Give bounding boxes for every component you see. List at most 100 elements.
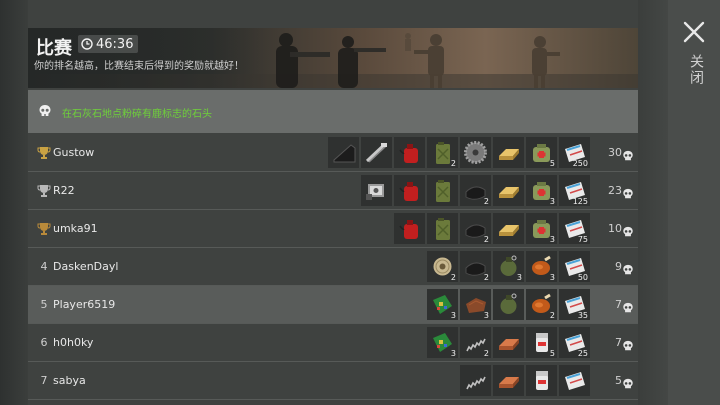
item-quantity: 2 [483, 273, 489, 282]
item-quantity: 5 [549, 349, 555, 358]
reward-items: 2 5 250 [328, 137, 590, 168]
reward-item[interactable] [493, 137, 524, 168]
reward-item[interactable] [460, 137, 491, 168]
engine-part-icon [366, 184, 384, 200]
player-name: h0h0ky [53, 336, 94, 349]
reward-item[interactable]: 125 [559, 175, 590, 206]
reward-items: 2 2 3 3 50 [427, 251, 590, 282]
reward-item[interactable]: 2 [526, 289, 557, 320]
rank-number: 6 [40, 336, 48, 349]
reward-item[interactable]: 3 [526, 251, 557, 282]
red-gas-can-icon [399, 182, 418, 201]
reward-item[interactable] [394, 213, 425, 244]
score-value: 7 [615, 298, 622, 311]
leaderboard-row[interactable]: 4 DaskenDayl 2 2 3 3 50 9 [28, 248, 638, 286]
rank-number: 7 [40, 374, 48, 387]
player-name: Player6519 [53, 298, 116, 311]
reward-item[interactable]: 35 [559, 289, 590, 320]
reward-item[interactable]: 3 [460, 289, 491, 320]
rank-cell: 5 [33, 286, 55, 323]
skull-icon [622, 299, 634, 318]
reward-item[interactable]: 3 [526, 213, 557, 244]
leaderboard-row[interactable]: R22 2 3 125 23 [28, 172, 638, 210]
gold-trophy-icon [37, 146, 51, 159]
reward-item[interactable]: 2 [460, 327, 491, 358]
item-quantity: 3 [450, 349, 456, 358]
skull-icon [39, 105, 51, 116]
reward-item[interactable] [394, 175, 425, 206]
reward-item[interactable]: 25 [559, 327, 590, 358]
reward-item[interactable] [328, 137, 359, 168]
close-label[interactable]: 关闭 [684, 54, 704, 86]
reward-item[interactable]: 5 [526, 137, 557, 168]
right-margin [638, 0, 668, 405]
reward-item[interactable]: 2 [427, 251, 458, 282]
reward-item[interactable]: 2 [427, 137, 458, 168]
item-quantity: 3 [516, 273, 522, 282]
reward-item[interactable] [493, 213, 524, 244]
reward-item[interactable] [493, 289, 524, 320]
reward-item[interactable]: 3 [526, 175, 557, 206]
gold-bar-icon [499, 187, 519, 198]
reward-item[interactable]: 2 [460, 251, 491, 282]
item-quantity: 125 [572, 197, 588, 206]
leaderboard-row[interactable]: Gustow 2 5 250 30 [28, 134, 638, 172]
item-quantity: 2 [483, 349, 489, 358]
player-name: umka91 [53, 222, 98, 235]
gold-bar-icon [499, 225, 519, 236]
reward-item[interactable] [460, 365, 491, 396]
rank-cell [33, 134, 55, 171]
reward-item[interactable]: 3 [493, 251, 524, 282]
leaderboard-row[interactable]: 6 h0h0ky 3 2 5 25 7 [28, 324, 638, 362]
red-gas-can-icon [399, 220, 418, 239]
reward-item[interactable]: 75 [559, 213, 590, 244]
close-button[interactable] [680, 18, 708, 46]
item-quantity: 3 [549, 273, 555, 282]
leaderboard-row[interactable]: 7 sabya 5 [28, 362, 638, 400]
reward-item[interactable] [493, 327, 524, 358]
red-gas-can-icon [399, 144, 418, 163]
reward-item[interactable]: 3 [427, 327, 458, 358]
task-bar: 在石灰石地点粉碎有鹿标志的石头 [28, 90, 638, 133]
coupon-icon [565, 372, 585, 390]
player-name: R22 [53, 184, 75, 197]
leaderboard-row[interactable]: umka91 2 3 75 10 [28, 210, 638, 248]
item-quantity: 25 [577, 349, 588, 358]
reward-item[interactable]: 2 [460, 175, 491, 206]
item-quantity: 2 [450, 159, 456, 168]
skull-icon [622, 147, 634, 166]
item-quantity: 50 [577, 273, 588, 282]
copper-bar-icon [499, 377, 519, 388]
reward-item[interactable] [559, 365, 590, 396]
skull-icon [622, 185, 634, 204]
player-name: sabya [53, 374, 86, 387]
player-name: Gustow [53, 146, 95, 159]
leaderboard-row[interactable]: 5 Player6519 3 3 2 35 7 [28, 286, 638, 324]
item-quantity: 3 [549, 235, 555, 244]
rank-cell: 6 [33, 324, 55, 361]
item-quantity: 5 [549, 159, 555, 168]
reward-item[interactable] [427, 175, 458, 206]
reward-item[interactable] [394, 137, 425, 168]
reward-item[interactable] [427, 213, 458, 244]
skull-icon [622, 337, 634, 356]
reward-item[interactable] [361, 137, 392, 168]
reward-item[interactable]: 3 [427, 289, 458, 320]
item-quantity: 2 [549, 311, 555, 320]
reward-items: 3 2 5 25 [427, 327, 590, 358]
reward-item[interactable]: 5 [526, 327, 557, 358]
left-margin [0, 0, 28, 405]
reward-item[interactable]: 250 [559, 137, 590, 168]
rank-number: 5 [40, 298, 48, 311]
reward-item[interactable] [493, 365, 524, 396]
reward-item[interactable] [361, 175, 392, 206]
reward-item[interactable]: 2 [460, 213, 491, 244]
banner-subtitle: 你的排名越高，比赛结束后得到的奖励就越好！ [34, 61, 244, 72]
countdown-timer: 46:36 [78, 35, 139, 53]
score-value: 23 [608, 184, 622, 197]
reward-item[interactable] [493, 175, 524, 206]
reward-item[interactable]: 50 [559, 251, 590, 282]
pipe-wrench-icon [365, 142, 387, 163]
reward-item[interactable] [526, 365, 557, 396]
rank-cell: 7 [33, 362, 55, 399]
